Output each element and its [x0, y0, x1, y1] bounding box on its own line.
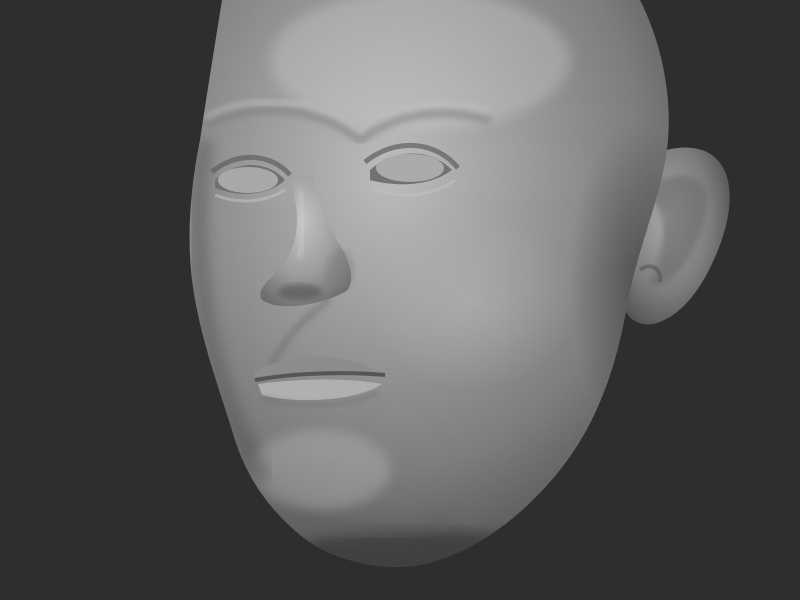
head-sculpt-render: [189, 0, 730, 567]
sculpt-viewport[interactable]: [0, 0, 800, 600]
